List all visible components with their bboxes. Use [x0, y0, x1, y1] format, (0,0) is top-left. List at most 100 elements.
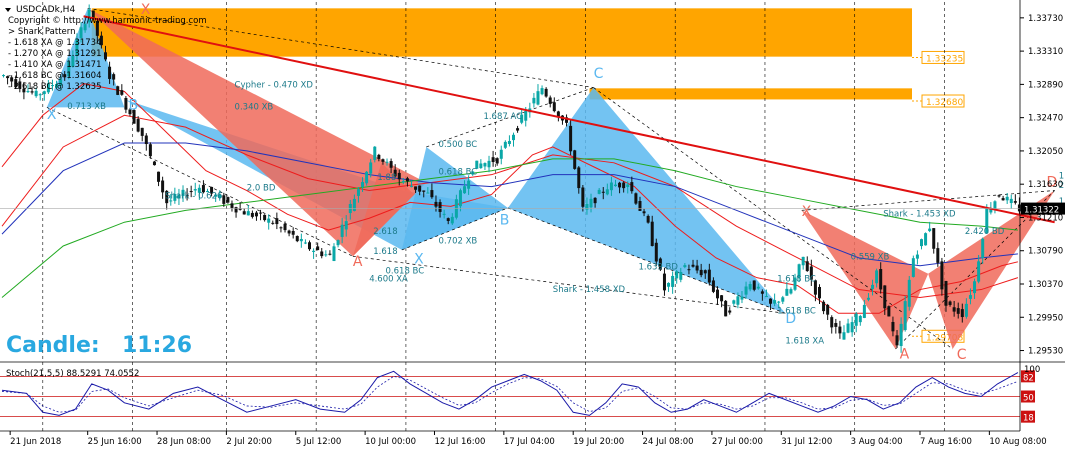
price-tick-label: 1.32890 — [1028, 80, 1063, 90]
candle-body — [634, 193, 638, 204]
candle-body — [732, 300, 736, 304]
pattern-ratio-label: 1.618 BC — [777, 275, 816, 285]
candle-body — [267, 218, 271, 223]
pattern-ratio-label: 1.639 BD — [638, 263, 678, 273]
pattern-ratio-label: 0.340 XB — [235, 103, 274, 113]
candle-body — [618, 182, 622, 188]
price-chart[interactable]: 1.332351.326801.29708 XXBA XBCDA CDX Cyphe… — [0, 0, 1065, 455]
resistance-zone — [589, 88, 912, 100]
candle-body — [308, 242, 311, 250]
candle-body — [507, 140, 511, 144]
candle-body — [622, 182, 626, 189]
candle-body — [532, 97, 536, 104]
candle-body — [707, 269, 711, 283]
candle-body — [161, 180, 165, 193]
candle-body — [552, 102, 556, 112]
candle-body — [924, 233, 928, 246]
candle-body — [369, 162, 373, 174]
candle-body — [752, 280, 756, 290]
candle-body — [438, 202, 442, 212]
candle-body — [271, 222, 275, 224]
price-tick-label: 1.32050 — [1028, 147, 1063, 157]
time-tick-label: 21 Jun 2018 — [10, 437, 61, 447]
pattern-ratio-label: 4.600 XA — [369, 275, 408, 285]
candle-body — [344, 221, 348, 230]
candle-body — [589, 198, 593, 208]
candle-body — [152, 161, 156, 166]
pattern-ratio-label: Shark - 1.453 XD — [883, 210, 956, 220]
pattern-point-letter: A — [353, 254, 363, 270]
candle-body — [760, 291, 764, 294]
candle-body — [450, 216, 454, 224]
pattern-point-letter: C — [594, 66, 604, 82]
candle-body — [593, 197, 597, 204]
candle-body — [756, 286, 760, 289]
info-line: Copyright © http://www.harmonic-trading.… — [8, 16, 207, 26]
candle-body — [259, 212, 263, 214]
candle-body — [336, 240, 340, 246]
candle-body — [548, 97, 552, 104]
pattern-ratio-label: 2.618 — [373, 227, 397, 237]
pattern-ratio-label: 2.420 BD — [965, 227, 1005, 237]
candle-body — [932, 228, 936, 249]
candle-body — [773, 300, 777, 304]
candle-body — [377, 154, 381, 159]
candle-body — [858, 315, 862, 323]
candle-body — [907, 279, 911, 307]
candle-body — [479, 163, 483, 169]
candle-body — [340, 224, 344, 237]
candle-body — [744, 286, 748, 295]
candle-body — [879, 269, 883, 290]
time-tick-label: 10 Jul 00:00 — [365, 437, 416, 447]
candle-body — [785, 288, 789, 296]
candle-body — [234, 207, 238, 213]
price-tick-label: 1.33310 — [1028, 47, 1063, 57]
candle-body — [581, 187, 585, 207]
candle-body — [834, 323, 838, 327]
info-line: - 2.618 BC @ 1.32635 — [8, 82, 101, 92]
time-tick-label: 12 Jul 16:00 — [434, 437, 485, 447]
candle-body — [434, 201, 438, 207]
candle-body — [148, 144, 152, 157]
candle-body — [2, 75, 5, 77]
candle-body — [736, 296, 740, 305]
candle-body — [287, 230, 291, 234]
candle-body — [512, 134, 515, 141]
candle-body — [818, 286, 821, 299]
chart-window: 1.33235 1.32680 1.29708 XXBAXBCDACDX Cyphe… — [0, 0, 1065, 455]
candle-body — [495, 158, 499, 164]
candle-body — [1001, 198, 1005, 201]
price-tick-label: 1.29950 — [1028, 313, 1063, 323]
candle-body — [291, 230, 295, 235]
pattern-point-letter: C — [957, 347, 967, 363]
candle-body — [503, 141, 507, 148]
candle-body — [846, 323, 850, 333]
candle-body — [140, 127, 144, 136]
candle-body — [1017, 204, 1021, 212]
candle-body — [116, 86, 120, 95]
current-price-label: 1.31322 — [1024, 206, 1059, 216]
candle-body — [401, 180, 405, 183]
time-tick-label: 3 Aug 04:00 — [851, 437, 903, 447]
candle-body — [418, 185, 422, 192]
candle-body — [1005, 196, 1009, 201]
candle-body — [356, 189, 360, 196]
pattern-ratio-label: 0.713 XB — [67, 102, 106, 112]
candle-body — [903, 301, 907, 331]
candle-body — [352, 198, 356, 211]
candle-body — [691, 264, 695, 267]
time-tick-label: 28 Jun 08:00 — [157, 437, 211, 447]
candle-body — [940, 261, 944, 290]
candle-body — [324, 254, 328, 256]
candle-body — [630, 182, 634, 192]
candle-body — [838, 326, 842, 334]
candle-body — [299, 238, 303, 242]
candle-body — [789, 289, 793, 294]
candle-body — [891, 321, 895, 332]
candle-body — [915, 254, 919, 259]
candle-body — [442, 213, 446, 215]
candle-body — [303, 242, 307, 244]
time-tick-label: 19 Jul 20:00 — [573, 437, 624, 447]
pattern-point-letter: A — [900, 346, 910, 362]
time-tick-label: 31 Jul 12:00 — [781, 437, 832, 447]
